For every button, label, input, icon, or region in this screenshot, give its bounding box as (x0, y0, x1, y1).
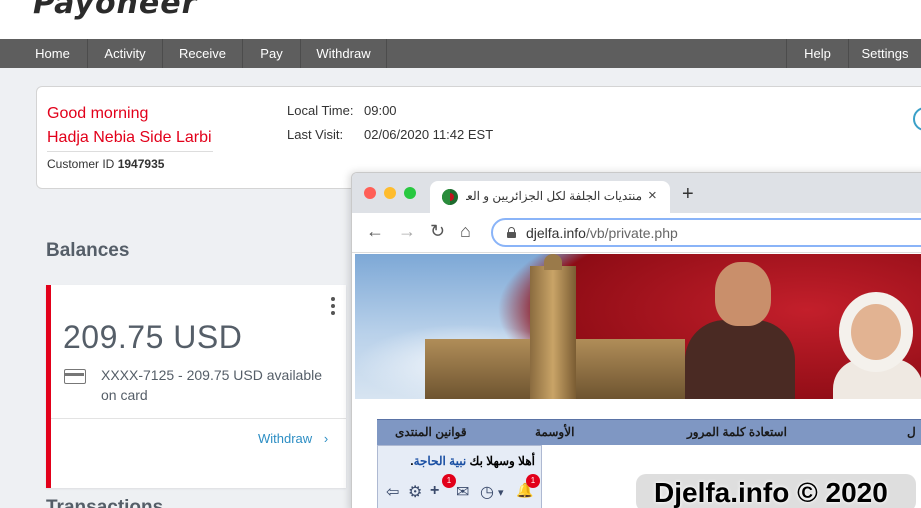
new-tab-icon[interactable]: + (682, 183, 694, 206)
reload-icon[interactable]: ↻ (430, 221, 445, 242)
forum-banner-image (355, 254, 921, 399)
nav-settings[interactable]: Settings (848, 39, 921, 68)
maximize-window-button[interactable] (404, 187, 416, 199)
nav-help[interactable]: Help (786, 39, 848, 68)
url-text: djelfa.info/vb/private.php (526, 225, 678, 241)
welcome-box: أهلا وسهلا بك نبية الحاجة. ⇦ ⚙ + 1 ✉ ◷ ▾… (377, 445, 542, 508)
lock-icon[interactable] (507, 227, 516, 238)
balance-amount: 209.75 USD (63, 319, 243, 355)
address-bar[interactable]: djelfa.info/vb/private.php (491, 218, 921, 247)
forward-icon[interactable]: → (398, 221, 416, 242)
card-availability: XXXX-7125 - 209.75 USD available on card (101, 367, 323, 403)
watermark: Djelfa.info © 2020 (636, 474, 916, 508)
local-time-label: Local Time: (287, 103, 354, 118)
nav-home[interactable]: Home (18, 39, 88, 68)
transactions-title: Transactions (46, 497, 164, 508)
welcome-username[interactable]: نبية الحاجة (414, 454, 467, 468)
tab-title: منتديات الجلفة لكل الجزائريين و العرب (466, 189, 642, 203)
clock-icon[interactable]: ◷ (480, 482, 494, 502)
forum-badges-link[interactable]: الأوسمة (535, 425, 574, 439)
welcome-message: أهلا وسهلا بك نبية الحاجة. (410, 454, 535, 468)
messages-icon[interactable]: ✉ (456, 482, 469, 502)
forum-nav-bar: قوانين المنتدى الأوسمة استعادة كلمة المر… (377, 419, 921, 445)
main-nav: Home Activity Receive Pay Withdraw Help … (0, 39, 921, 68)
greeting-divider (47, 151, 213, 152)
nav-withdraw[interactable]: Withdraw (301, 39, 387, 68)
logout-icon[interactable]: ⇦ (386, 482, 399, 502)
greeting-name: Hadja Nebia Side Larbi (47, 129, 212, 146)
forum-nav-link-partial[interactable]: ل (907, 425, 916, 439)
url-host: djelfa.info (526, 225, 586, 241)
home-icon[interactable]: ⌂ (460, 221, 471, 242)
balance-card: 209.75 USD XXXX-7125 - 209.75 USD availa… (46, 285, 346, 488)
customer-id: Customer ID 1947935 (47, 157, 164, 171)
payoneer-logo[interactable]: Payoneer (33, 0, 197, 21)
tab-strip: منتديات الجلفة لكل الجزائريين و العرب × … (352, 173, 921, 213)
card-divider (51, 418, 346, 419)
credit-card-icon (64, 369, 86, 384)
nav-activity[interactable]: Activity (88, 39, 163, 68)
nav-pay[interactable]: Pay (243, 39, 301, 68)
local-time-value: 09:00 (364, 103, 397, 118)
add-friend-icon[interactable]: + (430, 482, 439, 500)
forum-user-icons: ⇦ ⚙ + 1 ✉ ◷ ▾ 🔔 1 (386, 474, 541, 502)
circle-icon[interactable] (913, 107, 921, 131)
more-options-icon[interactable] (331, 297, 335, 318)
withdraw-link-label: Withdraw (258, 431, 313, 446)
withdraw-link[interactable]: Withdraw › (258, 431, 328, 446)
gear-icon[interactable]: ⚙ (408, 482, 422, 502)
back-icon[interactable]: ← (366, 221, 384, 242)
customer-id-value: 1947935 (117, 157, 165, 171)
minimize-window-button[interactable] (384, 187, 396, 199)
welcome-prefix: أهلا وسهلا بك (469, 454, 535, 468)
greeting-salutation: Good morning (47, 105, 149, 122)
nav-receive[interactable]: Receive (163, 39, 243, 68)
watermark-text: Djelfa.info © 2020 (654, 477, 888, 508)
browser-window: منتديات الجلفة لكل الجزائريين و العرب × … (351, 172, 921, 508)
forum-password-recovery-link[interactable]: استعادة كلمة المرور (687, 425, 787, 439)
friend-requests-badge: 1 (442, 474, 456, 488)
site-favicon-icon (442, 189, 458, 205)
last-visit-label: Last Visit: (287, 127, 344, 142)
last-visit-value: 02/06/2020 11:42 EST (364, 127, 494, 142)
top-header: Payoneer (0, 0, 921, 39)
url-path: /vb/private.php (585, 225, 678, 241)
browser-toolbar: ← → ↻ ⌂ djelfa.info/vb/private.php (352, 213, 921, 253)
balances-title: Balances (46, 240, 130, 261)
close-window-button[interactable] (364, 187, 376, 199)
notifications-badge: 1 (526, 474, 540, 488)
chevron-down-icon[interactable]: ▾ (498, 486, 504, 499)
chevron-right-icon: › (323, 431, 329, 446)
customer-id-label: Customer ID (47, 157, 115, 171)
forum-rules-link[interactable]: قوانين المنتدى (395, 425, 467, 439)
browser-tab[interactable]: منتديات الجلفة لكل الجزائريين و العرب × (430, 181, 670, 213)
close-tab-icon[interactable]: × (648, 187, 657, 204)
